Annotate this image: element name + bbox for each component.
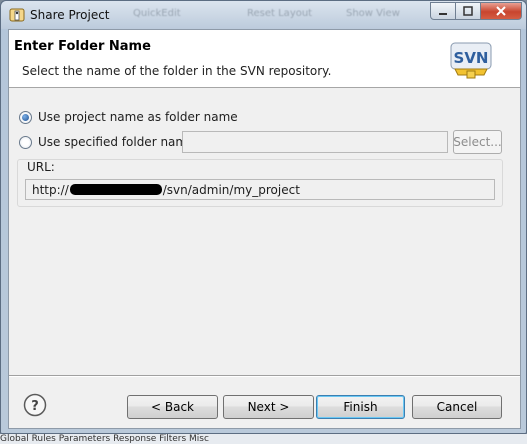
back-button[interactable]: < Back (127, 395, 218, 419)
use-specified-name-option[interactable]: Use specified folder name: (19, 133, 199, 151)
share-project-icon (9, 8, 25, 22)
use-project-name-label: Use project name as folder name (38, 110, 238, 124)
background-toolbar-item: QuickEdit (133, 8, 181, 19)
page-title: Enter Folder Name (14, 39, 151, 54)
window-title: Share Project (30, 8, 110, 22)
use-project-name-radio[interactable] (19, 110, 32, 124)
help-icon[interactable]: ? (23, 393, 47, 417)
url-field[interactable]: http:// /svn/admin/my_project (25, 179, 495, 200)
close-button[interactable] (480, 2, 522, 20)
select-button[interactable]: Select... (453, 130, 502, 154)
background-editor-tabs: Global Rules Parameters Response Filters… (0, 434, 527, 444)
use-project-name-option[interactable]: Use project name as folder name (19, 108, 238, 126)
use-specified-name-label: Use specified folder name: (38, 135, 199, 149)
use-specified-name-radio[interactable] (19, 135, 32, 149)
background-toolbar-item: Reset Layout (247, 8, 313, 19)
cancel-button[interactable]: Cancel (412, 395, 502, 419)
svn-logo-icon: SVN (450, 42, 492, 79)
minimize-icon (439, 13, 447, 15)
button-bar-separator (9, 375, 520, 377)
next-button[interactable]: Next > (223, 395, 314, 419)
maximize-icon (463, 6, 473, 16)
url-prefix: http:// (32, 182, 69, 197)
url-suffix: /svn/admin/my_project (162, 182, 300, 197)
wizard-banner: Enter Folder Name Select the name of the… (9, 30, 520, 88)
dialog-window: QuickEdit Reset Layout Show View Share P… (0, 0, 527, 434)
url-label: URL: (27, 160, 55, 174)
background-tabs-text: Global Rules Parameters Response Filters… (0, 434, 209, 444)
maximize-button[interactable] (455, 2, 481, 20)
page-description: Select the name of the folder in the SVN… (22, 64, 332, 78)
background-toolbar-item: Show View (346, 8, 400, 19)
close-icon (496, 6, 506, 16)
svg-text:?: ? (31, 399, 39, 414)
minimize-button[interactable] (430, 2, 456, 20)
title-bar[interactable]: QuickEdit Reset Layout Show View Share P… (1, 1, 526, 29)
redacted-host (69, 184, 162, 195)
dialog-body: Enter Folder Name Select the name of the… (8, 29, 521, 429)
finish-button[interactable]: Finish (316, 395, 405, 419)
folder-name-input[interactable] (182, 131, 448, 153)
svn-logo-text: SVN (454, 49, 489, 67)
